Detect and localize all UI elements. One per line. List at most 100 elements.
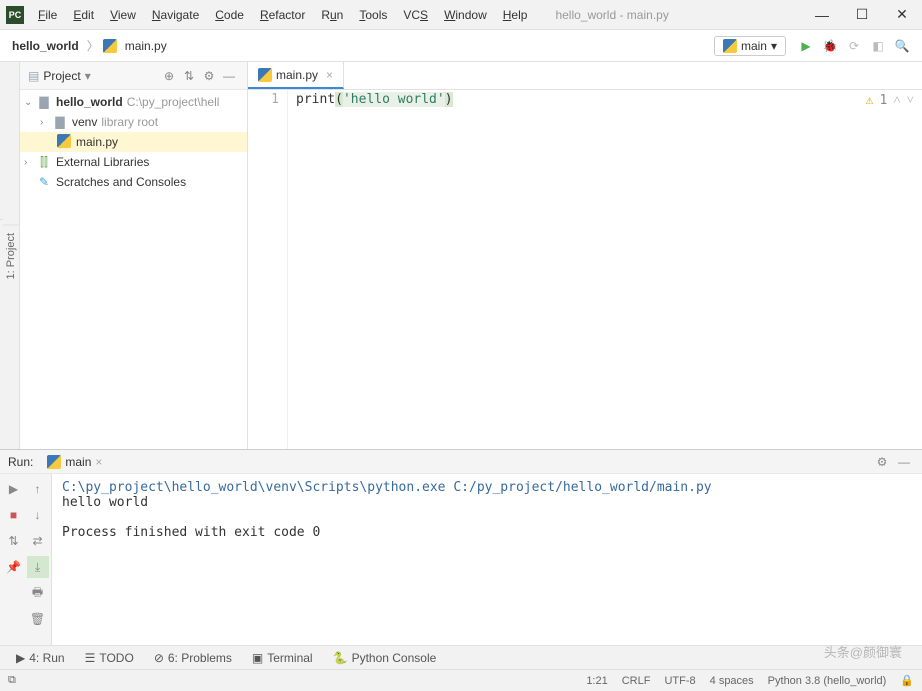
status-interpreter[interactable]: Python 3.8 (hello_world) <box>768 675 887 687</box>
code-string: 'hello world' <box>343 92 445 107</box>
project-panel-title[interactable]: ▤ Project ▾ <box>28 69 159 83</box>
chevron-down-icon: ▾ <box>85 69 91 83</box>
editor-tab-label: main.py <box>276 68 318 82</box>
hide-panel-button[interactable]: — <box>219 66 239 86</box>
hide-panel-button[interactable]: — <box>894 452 914 472</box>
breadcrumb-file[interactable]: main.py <box>121 37 171 55</box>
run-with-coverage-button[interactable]: ⟳ <box>842 34 866 58</box>
run-configuration-selector[interactable]: main ▾ <box>714 36 786 56</box>
scroll-to-end-button[interactable]: ⤓ <box>27 556 49 578</box>
line-number: 1 <box>248 92 279 107</box>
status-line-separator[interactable]: CRLF <box>622 675 651 687</box>
toggle-soft-wrap-button[interactable]: ⇅ <box>3 530 25 552</box>
console-cmd: C:\py_project\hello_world\venv\Scripts\p… <box>62 480 712 495</box>
tree-label: Scratches and Consoles <box>56 175 186 189</box>
inspections-widget[interactable]: ⚠ 1 ˄ ˅ <box>866 92 914 108</box>
tree-label: External Libraries <box>56 155 149 169</box>
editor-tabs: main.py × <box>248 62 922 90</box>
menu-refactor[interactable]: Refactor <box>252 4 313 26</box>
project-tree: ⌄ ▇ hello_world C:\py_project\hell › ▇ v… <box>20 90 247 449</box>
run-button[interactable]: ▶ <box>794 34 818 58</box>
close-button[interactable]: ✕ <box>882 0 922 30</box>
pin-tab-button[interactable]: 📌 <box>3 556 25 578</box>
run-panel-title: Run: <box>8 455 33 469</box>
minimize-button[interactable]: — <box>802 0 842 30</box>
libraries-icon: ⫿⫿ <box>36 155 52 170</box>
rerun-button[interactable]: ▶ <box>3 478 25 500</box>
run-tab-main[interactable]: main × <box>39 453 110 471</box>
status-show-panel-icon[interactable]: ⧉ <box>8 674 16 687</box>
status-indent[interactable]: 4 spaces <box>710 675 754 687</box>
code-paren: ( <box>335 92 343 107</box>
python-file-icon <box>258 68 272 82</box>
wrap-button[interactable]: ⇄ <box>27 530 49 552</box>
console-output[interactable]: C:\py_project\hello_world\venv\Scripts\p… <box>52 474 922 645</box>
profile-button[interactable]: ◧ <box>866 34 890 58</box>
run-config-name: main <box>741 39 767 53</box>
tree-node-scratches[interactable]: ✎ Scratches and Consoles <box>20 172 247 192</box>
scratches-icon: ✎ <box>36 175 52 189</box>
tree-node-mainpy[interactable]: main.py <box>20 132 247 152</box>
menu-edit[interactable]: Edit <box>65 4 102 26</box>
python-icon <box>47 455 61 469</box>
menu-file[interactable]: File <box>30 4 65 26</box>
menu-navigate[interactable]: Navigate <box>144 4 207 26</box>
status-encoding[interactable]: UTF-8 <box>664 675 695 687</box>
chevron-up-icon[interactable]: ˄ <box>893 92 900 108</box>
left-toolwindow-stripe: 1: Project 7: Structure 2: Favorites <box>0 62 20 449</box>
expand-all-button[interactable]: ⇅ <box>179 66 199 86</box>
titlebar: PC File Edit View Navigate Code Refactor… <box>0 0 922 30</box>
status-lock-icon[interactable]: 🔒 <box>900 674 914 687</box>
console-exit-msg: Process finished with exit code 0 <box>62 525 320 540</box>
debug-button[interactable]: 🐞 <box>818 34 842 58</box>
clear-all-button[interactable]: 🗑 <box>27 608 49 630</box>
editor-tab-mainpy[interactable]: main.py × <box>248 62 344 89</box>
toolwindow-tab-todo[interactable]: ☰TODO <box>77 649 142 667</box>
tree-arrow-collapsed-icon: › <box>24 157 36 168</box>
toolwindow-tab-project[interactable]: 1: Project <box>3 224 19 287</box>
toolwindow-tab-terminal[interactable]: ▣Terminal <box>244 649 321 667</box>
toolwindow-tab-problems[interactable]: ⊘6: Problems <box>146 649 240 667</box>
print-button[interactable]: 🖶 <box>27 582 49 604</box>
python-file-icon <box>103 39 117 53</box>
code-line[interactable]: print('hello world') <box>288 90 453 449</box>
tree-node-project-root[interactable]: ⌄ ▇ hello_world C:\py_project\hell <box>20 92 247 112</box>
menu-vcs[interactable]: VCS <box>395 4 436 26</box>
up-stack-button[interactable]: ↑ <box>27 478 49 500</box>
close-tab-icon[interactable]: × <box>326 68 333 82</box>
settings-gear-icon[interactable]: ⚙ <box>199 66 219 86</box>
menu-window[interactable]: Window <box>436 4 495 26</box>
close-tab-icon[interactable]: × <box>95 455 102 469</box>
menu-code[interactable]: Code <box>207 4 252 26</box>
maximize-button[interactable]: ☐ <box>842 0 882 30</box>
project-view-icon: ▤ <box>28 69 39 83</box>
warning-icon: ⚠ <box>866 93 874 108</box>
toolwindow-tab-structure[interactable]: 7: Structure <box>0 219 3 293</box>
folder-icon: ▇ <box>52 115 68 129</box>
status-caret-position[interactable]: 1:21 <box>586 675 607 687</box>
tree-arrow-collapsed-icon: › <box>40 117 52 128</box>
todo-icon: ☰ <box>85 651 96 665</box>
tree-label: venv <box>72 115 97 129</box>
breadcrumb-project[interactable]: hello_world <box>8 37 83 55</box>
search-everywhere-button[interactable]: 🔍 <box>890 34 914 58</box>
down-stack-button[interactable]: ↓ <box>27 504 49 526</box>
stop-button[interactable]: ■ <box>3 504 25 526</box>
editor[interactable]: 1 print('hello world') ⚠ 1 ˄ ˅ <box>248 90 922 449</box>
menu-tools[interactable]: Tools <box>351 4 395 26</box>
select-opened-file-button[interactable]: ⊕ <box>159 66 179 86</box>
toolwindow-tab-run[interactable]: ▶4: Run <box>8 649 73 667</box>
breadcrumb: hello_world 〉 main.py <box>8 37 714 55</box>
menu-run[interactable]: Run <box>313 4 351 26</box>
app-icon: PC <box>6 6 24 24</box>
menu-help[interactable]: Help <box>495 4 536 26</box>
tree-node-venv[interactable]: › ▇ venv library root <box>20 112 247 132</box>
code-fn: print <box>296 92 335 107</box>
settings-gear-icon[interactable]: ⚙ <box>872 452 892 472</box>
tree-node-external-libraries[interactable]: › ⫿⫿ External Libraries <box>20 152 247 172</box>
menu-view[interactable]: View <box>102 4 144 26</box>
bottom-toolwindow-stripe: ▶4: Run ☰TODO ⊘6: Problems ▣Terminal 🐍Py… <box>0 645 922 669</box>
python-file-icon <box>56 134 72 151</box>
chevron-down-icon[interactable]: ˅ <box>907 92 914 108</box>
toolwindow-tab-pyconsole[interactable]: 🐍Python Console <box>325 649 445 667</box>
